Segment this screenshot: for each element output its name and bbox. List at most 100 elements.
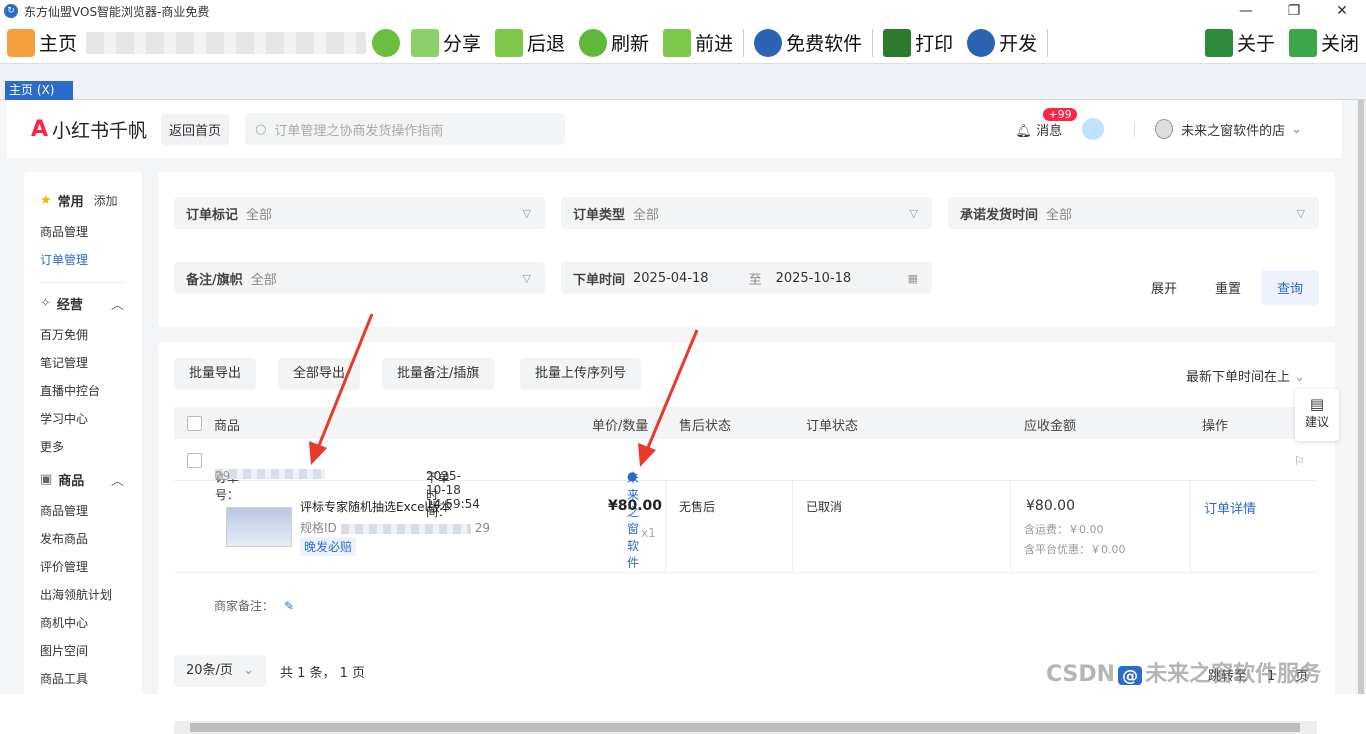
restore-button[interactable]: ❐ bbox=[1270, 0, 1318, 22]
address-bar[interactable] bbox=[86, 31, 367, 54]
search-go-icon[interactable] bbox=[372, 28, 401, 57]
exit-button[interactable]: 关闭 bbox=[1282, 25, 1366, 61]
after-sale-cell bbox=[666, 481, 793, 573]
chevron-down-icon: ▽ bbox=[1296, 206, 1305, 220]
scrollbar-thumb[interactable] bbox=[190, 723, 1300, 732]
chevron-down-icon: ⌄ bbox=[1294, 370, 1305, 385]
promise-time-select[interactable]: 承诺发货时间 全部 ▽ bbox=[948, 197, 1319, 229]
filter-label: 承诺发货时间 bbox=[960, 207, 1039, 223]
product-name[interactable]: 评标专家随机抽选Excel版本 bbox=[300, 498, 452, 515]
back-home-button[interactable]: 返回首页 bbox=[161, 113, 230, 145]
date-start[interactable]: 2025-04-18 bbox=[633, 271, 709, 286]
edit-pencil-icon[interactable]: ✎ bbox=[284, 599, 294, 613]
reset-button[interactable]: 重置 bbox=[1215, 278, 1241, 297]
calendar-icon[interactable]: ▦ bbox=[908, 272, 918, 285]
vertical-scrollbar[interactable] bbox=[1356, 100, 1366, 694]
col-ops: 操作 bbox=[1202, 419, 1229, 434]
sidebar-item[interactable]: 百万免佣 bbox=[24, 321, 142, 349]
minimize-button[interactable]: — bbox=[1222, 0, 1270, 22]
sidebar-item[interactable]: 更多 bbox=[24, 433, 142, 461]
quantity: x1 bbox=[641, 526, 656, 540]
expand-button[interactable]: 展开 bbox=[1151, 278, 1177, 297]
shop-name[interactable]: 未来之窗软件的店 bbox=[1181, 120, 1285, 139]
filter-label: 下单时间 bbox=[573, 272, 626, 288]
remark-flag-select[interactable]: 备注/旗帜 全部 ▽ bbox=[174, 262, 545, 294]
ops-icon: ✧ bbox=[40, 295, 51, 311]
refresh-button[interactable]: 刷新 bbox=[572, 25, 656, 61]
sidebar-item[interactable]: 商品管理 bbox=[24, 497, 142, 525]
batch-remark-button[interactable]: 批量备注/插旗 bbox=[382, 358, 495, 390]
filter-value: 全部 bbox=[1046, 207, 1073, 223]
section-title: 商品 bbox=[58, 473, 85, 489]
print-label: 打印 bbox=[915, 33, 954, 55]
page-size-select[interactable]: 20条/页 ⌄ bbox=[174, 655, 266, 687]
messages-button[interactable]: 🔔︎ 消息 +99 bbox=[1015, 107, 1077, 139]
sort-select[interactable]: 最新下单时间在上 ⌄ bbox=[1186, 366, 1305, 385]
chevron-up-icon[interactable]: ︿ bbox=[111, 470, 124, 489]
nav-divider bbox=[1134, 121, 1136, 137]
batch-export-button[interactable]: 批量导出 bbox=[174, 358, 257, 390]
chevron-up-icon[interactable]: ︿ bbox=[111, 294, 124, 313]
order-checkbox[interactable] bbox=[187, 453, 202, 468]
assistant-bot-icon[interactable] bbox=[1082, 118, 1105, 140]
horizontal-scrollbar[interactable] bbox=[174, 721, 1317, 734]
watermark: CSDN @ 未来之窗软件服务 bbox=[1046, 656, 1321, 688]
sidebar-item[interactable]: 学习中心 bbox=[24, 405, 142, 433]
free-software-button[interactable]: 免费软件 bbox=[747, 25, 869, 61]
tab-home[interactable]: 主页 (X) bbox=[5, 81, 73, 100]
print-button[interactable]: 打印 bbox=[876, 25, 960, 61]
home-label: 主页 bbox=[39, 33, 78, 55]
sidebar-item[interactable]: 商品工具 bbox=[24, 665, 142, 693]
about-button[interactable]: 关于 bbox=[1198, 25, 1282, 61]
print-icon bbox=[883, 28, 912, 57]
free-software-label: 免费软件 bbox=[786, 33, 863, 55]
chevron-down-icon[interactable]: ⌄ bbox=[1291, 122, 1302, 137]
scrollbar-thumb[interactable] bbox=[1358, 100, 1364, 694]
order-type-select[interactable]: 订单类型 全部 ▽ bbox=[561, 197, 932, 229]
product-thumbnail[interactable] bbox=[226, 507, 292, 547]
sidebar-item[interactable]: 直播中控台 bbox=[24, 377, 142, 405]
page-size-label: 20条/页 bbox=[186, 663, 233, 678]
filter-label: 备注/旗帜 bbox=[186, 272, 243, 288]
query-button[interactable]: 查询 bbox=[1260, 270, 1319, 305]
select-all-checkbox[interactable] bbox=[187, 416, 202, 431]
toolbar-divider bbox=[872, 28, 874, 57]
search-input[interactable]: ○ 订单管理之协商发货操作指南 bbox=[245, 113, 566, 145]
sidebar-item[interactable]: 评价管理 bbox=[24, 553, 142, 581]
dev-label: 开发 bbox=[999, 33, 1038, 55]
batch-upload-serial-button[interactable]: 批量上传序列号 bbox=[520, 358, 642, 390]
order-item-row: 评标专家随机抽选Excel版本 规格ID 29 晚发必赔 ¥80.00 x1 无售… bbox=[174, 481, 1317, 573]
brand-logo[interactable]: A 小红书千帆 bbox=[31, 116, 147, 143]
share-button[interactable]: 分享 bbox=[404, 25, 488, 61]
close-window-button[interactable]: ✕ bbox=[1318, 0, 1366, 22]
sidebar-section-ops[interactable]: ✧ 经营 ︿ bbox=[24, 293, 142, 313]
dev-button[interactable]: 开发 bbox=[960, 25, 1044, 61]
sidebar-item[interactable]: 图片空间 bbox=[24, 637, 142, 665]
export-all-button[interactable]: 全部导出 bbox=[278, 358, 361, 390]
sidebar-item[interactable]: 发布商品 bbox=[24, 525, 142, 553]
feedback-button[interactable]: ▤ 建议 bbox=[1295, 389, 1339, 441]
sidebar-item-goods-manage[interactable]: 商品管理 bbox=[24, 218, 142, 246]
filter-label: 订单标记 bbox=[186, 207, 239, 223]
add-shortcut-button[interactable]: 添加 bbox=[94, 192, 118, 209]
home-button[interactable]: 主页 bbox=[0, 25, 84, 61]
sidebar-item[interactable]: 出海领航计划 bbox=[24, 581, 142, 609]
exit-label: 关闭 bbox=[1320, 33, 1359, 55]
sidebar-item[interactable]: 商机中心 bbox=[24, 609, 142, 637]
order-mark-select[interactable]: 订单标记 全部 ▽ bbox=[174, 197, 545, 229]
sidebar-item-order-manage[interactable]: 订单管理 bbox=[24, 246, 142, 274]
back-button[interactable]: 后退 bbox=[488, 25, 572, 61]
date-end[interactable]: 2025-10-18 bbox=[776, 271, 852, 286]
sidebar-divider bbox=[40, 282, 126, 283]
exit-icon bbox=[1288, 28, 1317, 57]
forward-button[interactable]: 前进 bbox=[656, 25, 740, 61]
bell-icon: 🔔︎ bbox=[1015, 123, 1032, 139]
order-time-range[interactable]: 下单时间 2025-04-18 至 2025-10-18 ▦ bbox=[561, 262, 932, 294]
sidebar-item[interactable]: 笔记管理 bbox=[24, 349, 142, 377]
flag-icon[interactable]: ⚐ bbox=[1294, 454, 1305, 468]
search-placeholder: 订单管理之协商发货操作指南 bbox=[274, 123, 444, 139]
order-detail-link[interactable]: 订单详情 bbox=[1204, 498, 1256, 517]
filter-panel: 订单标记 全部 ▽ 订单类型 全部 ▽ 承诺发货时间 全部 ▽ 备注/旗帜 全部 ▽ 下单时间 … bbox=[158, 172, 1335, 327]
avatar[interactable] bbox=[1155, 119, 1174, 139]
sidebar-section-goods[interactable]: ▣ 商品 ︿ bbox=[24, 469, 142, 489]
